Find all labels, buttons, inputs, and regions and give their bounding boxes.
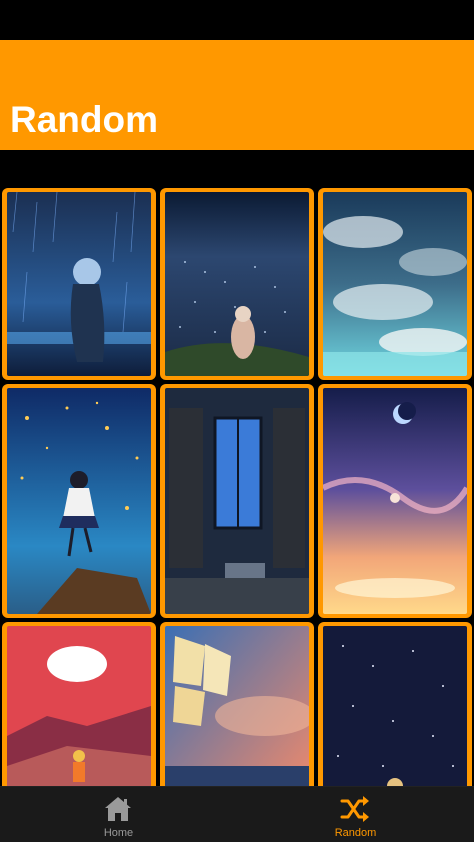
app-header: Random bbox=[0, 40, 474, 150]
wallpaper-tile[interactable] bbox=[2, 622, 156, 786]
wallpaper-thumbnail-rain-girl bbox=[7, 192, 151, 376]
wallpaper-thumbnail-sky-clouds bbox=[323, 192, 467, 376]
page-title: Random bbox=[10, 99, 158, 140]
wallpaper-tile[interactable] bbox=[318, 384, 472, 618]
shuffle-icon bbox=[340, 796, 369, 822]
header-spacer bbox=[0, 150, 474, 188]
wallpaper-tile[interactable] bbox=[160, 384, 314, 618]
home-icon bbox=[105, 797, 131, 821]
wallpaper-tile[interactable] bbox=[160, 188, 314, 380]
wallpaper-tile[interactable] bbox=[318, 188, 472, 380]
tab-random[interactable]: Random bbox=[237, 787, 474, 842]
tab-random-label: Random bbox=[334, 827, 377, 839]
wallpaper-tile[interactable] bbox=[318, 622, 472, 786]
wallpaper-thumbnail-firefly-girl bbox=[7, 388, 151, 614]
wallpaper-tile[interactable] bbox=[160, 622, 314, 786]
tab-bar: Home Random bbox=[0, 786, 474, 842]
wallpaper-thumbnail-moon-sunset bbox=[323, 388, 467, 614]
tab-home[interactable]: Home bbox=[0, 787, 237, 842]
wallpaper-grid[interactable] bbox=[0, 188, 474, 786]
wallpaper-thumbnail-sail-ship bbox=[165, 626, 309, 786]
wallpaper-tile[interactable] bbox=[2, 384, 156, 618]
wallpaper-tile[interactable] bbox=[2, 188, 156, 380]
wallpaper-thumbnail-red-desert bbox=[7, 626, 151, 786]
status-bar bbox=[0, 0, 474, 40]
tab-home-label: Home bbox=[103, 827, 134, 839]
wallpaper-thumbnail-starry-night bbox=[323, 626, 467, 786]
wallpaper-thumbnail-room-window bbox=[165, 388, 309, 614]
wallpaper-thumbnail-city-night-view bbox=[165, 192, 309, 376]
